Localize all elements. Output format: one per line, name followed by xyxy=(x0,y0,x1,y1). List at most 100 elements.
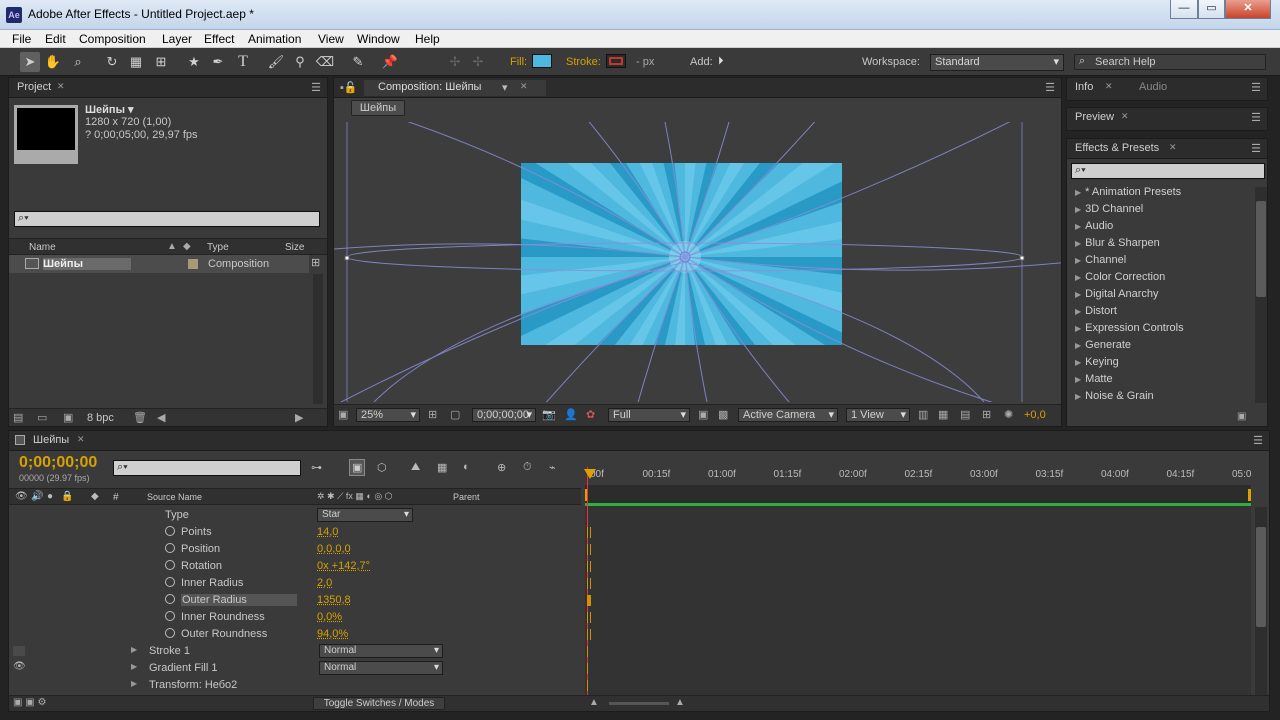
channel-icon[interactable]: ✿ xyxy=(586,408,595,421)
world-axis-icon[interactable]: ✢ xyxy=(468,52,488,72)
playhead-handle[interactable] xyxy=(584,469,596,479)
effect-category-item[interactable]: ▶ * Animation Presets xyxy=(1075,186,1181,198)
axis-mode-icon[interactable]: ✢ xyxy=(445,52,465,72)
chevron-right-icon[interactable]: ▶ xyxy=(1075,358,1081,367)
scroll-left-icon[interactable]: ◀ xyxy=(157,411,165,424)
toggle-switches-modes-button[interactable]: Toggle Switches / Modes xyxy=(313,697,445,710)
minimize-button[interactable]: — xyxy=(1170,0,1198,19)
chevron-right-icon[interactable]: ▶ xyxy=(1075,375,1081,384)
tab-audio[interactable]: Audio xyxy=(1139,81,1167,93)
flowchart-icon[interactable]: ⊞ xyxy=(982,408,991,421)
stroke-color-swatch[interactable] xyxy=(606,54,626,68)
rotate-tool-icon[interactable]: ↻ xyxy=(102,52,122,72)
menu-layer[interactable]: Layer xyxy=(162,32,192,46)
stroke-label[interactable]: Stroke: xyxy=(566,56,601,68)
work-area-bar[interactable] xyxy=(585,485,1251,503)
project-item-row[interactable]: Шейпы Composition xyxy=(9,255,309,273)
chevron-right-icon[interactable]: ▶ xyxy=(1075,324,1081,333)
lock-icon[interactable]: ▪🔓 xyxy=(340,81,358,94)
property-row[interactable]: Points 14,0 xyxy=(9,524,589,541)
menu-animation[interactable]: Animation xyxy=(248,32,301,46)
tab-effects-presets[interactable]: Effects & Presets xyxy=(1075,142,1159,154)
workspace-select[interactable]: Standard ▾ xyxy=(930,54,1064,71)
blend-mode-select[interactable]: Normal xyxy=(319,644,443,658)
tab-info[interactable]: Info xyxy=(1075,81,1093,93)
stopwatch-icon[interactable] xyxy=(165,628,175,638)
expand-arrow-icon[interactable]: ▶ xyxy=(131,662,137,671)
tab-composition[interactable]: Composition: Шейпы ▾ xyxy=(364,80,546,96)
panel-menu-icon[interactable]: ☰ xyxy=(1251,111,1261,124)
tab-preview[interactable]: Preview xyxy=(1075,111,1114,123)
chevron-right-icon[interactable]: ▶ xyxy=(1075,307,1081,316)
comp-name[interactable]: Шейпы ▾ xyxy=(85,103,134,116)
effect-category-item[interactable]: ▶ Digital Anarchy xyxy=(1075,288,1159,300)
property-row[interactable]: Inner Roundness 0,0% xyxy=(9,609,589,626)
close-tab-icon[interactable]: ✕ xyxy=(520,81,528,92)
stopwatch-icon[interactable] xyxy=(165,543,175,553)
fill-label[interactable]: Fill: xyxy=(510,56,527,68)
col-parent[interactable]: Parent xyxy=(453,492,480,502)
live-update-icon[interactable]: ▣ xyxy=(349,459,366,476)
effect-category-item[interactable]: ▶ Generate xyxy=(1075,339,1131,351)
text-tool-icon[interactable]: T xyxy=(233,52,253,72)
keyframe-marker[interactable] xyxy=(587,680,591,691)
chevron-right-icon[interactable]: ▶ xyxy=(1075,188,1081,197)
current-time-field[interactable]: 0;00;00;00 xyxy=(472,408,536,422)
group-row[interactable]: 👁 ▶ Gradient Fill 1 Normal xyxy=(9,660,589,677)
property-row[interactable]: Outer Roundness 94,0% xyxy=(9,626,589,643)
visibility-toggle[interactable] xyxy=(13,646,25,656)
property-value[interactable]: 0x +142,7° xyxy=(317,560,370,572)
effect-category-item[interactable]: ▶ Keying xyxy=(1075,356,1119,368)
effect-category-item[interactable]: ▶ Color Correction xyxy=(1075,271,1165,283)
col-source-name[interactable]: Source Name xyxy=(147,492,202,502)
effect-category-item[interactable]: ▶ Audio xyxy=(1075,220,1113,232)
panel-menu-icon[interactable]: ☰ xyxy=(311,81,321,94)
chevron-right-icon[interactable]: ▶ xyxy=(1075,222,1081,231)
mask-visibility-icon[interactable]: ▢ xyxy=(450,408,460,421)
property-row[interactable]: Position 0,0,0,0 xyxy=(9,541,589,558)
effect-category-item[interactable]: ▶ Channel xyxy=(1075,254,1126,266)
search-help-input[interactable]: ⌕ Search Help xyxy=(1074,54,1266,70)
effects-scrollbar[interactable] xyxy=(1255,187,1267,403)
exposure-reset-icon[interactable]: ✺ xyxy=(1004,408,1013,421)
stopwatch-icon[interactable] xyxy=(165,611,175,621)
interpret-footage-icon[interactable]: ▤ xyxy=(13,411,23,424)
menu-view[interactable]: View xyxy=(318,32,344,46)
label-icon[interactable]: ◆ xyxy=(183,241,191,252)
timeline-timecode[interactable]: 0;00;00;00 xyxy=(19,454,97,472)
keyframe-marker[interactable] xyxy=(587,527,591,538)
time-ruler[interactable]: 00f 00:15f 01:00f 01:15f 02:00f 02:15f 03:00f 0… xyxy=(585,467,1251,487)
visibility-eye-icon[interactable]: 👁 xyxy=(13,661,26,672)
region-of-interest-icon[interactable]: ▣ xyxy=(698,408,708,421)
menu-window[interactable]: Window xyxy=(357,32,400,46)
menu-help[interactable]: Help xyxy=(415,32,440,46)
snapshot-icon[interactable]: 📷 xyxy=(542,408,556,421)
stopwatch-icon[interactable] xyxy=(165,577,175,587)
eraser-tool-icon[interactable]: ⌫ xyxy=(315,52,335,72)
effect-category-item[interactable]: ▶ Distort xyxy=(1075,305,1117,317)
camera-select[interactable]: Active Camera xyxy=(738,408,838,422)
chevron-right-icon[interactable]: ▶ xyxy=(1075,290,1081,299)
tab-project[interactable]: Project xyxy=(17,81,51,93)
pen-tool-icon[interactable]: ✒ xyxy=(208,52,228,72)
timeline-tracks[interactable] xyxy=(585,506,1251,696)
chevron-right-icon[interactable]: ▶ xyxy=(1075,205,1081,214)
show-snapshot-icon[interactable]: 👤 xyxy=(564,408,578,421)
close-tab-icon[interactable]: ✕ xyxy=(1169,142,1177,153)
solo-switch-icon[interactable]: ● xyxy=(47,491,53,502)
lock-switch-icon[interactable]: 🔒 xyxy=(61,491,73,502)
menu-composition[interactable]: Composition xyxy=(79,32,146,46)
zoom-out-icon[interactable]: ▲ xyxy=(589,697,599,708)
keyframe-marker[interactable] xyxy=(587,595,591,606)
chevron-down-icon[interactable]: ▾ xyxy=(502,81,508,94)
expand-switches-icon[interactable]: ▣ ▣ ⚙ xyxy=(13,697,46,708)
property-row[interactable]: Inner Radius 2,0 xyxy=(9,575,589,592)
hand-tool-icon[interactable]: ✋ xyxy=(43,52,63,72)
timeline-zoom-slider[interactable] xyxy=(609,702,669,705)
comp-breadcrumb[interactable]: Шейпы xyxy=(351,100,405,116)
col-size[interactable]: Size xyxy=(285,242,304,253)
safe-margins-icon[interactable]: ⊞ xyxy=(428,408,437,421)
panel-menu-icon[interactable]: ☰ xyxy=(1251,81,1261,94)
flowchart-icon[interactable]: ⊞ xyxy=(311,256,320,269)
close-tab-icon[interactable]: ✕ xyxy=(57,81,65,92)
